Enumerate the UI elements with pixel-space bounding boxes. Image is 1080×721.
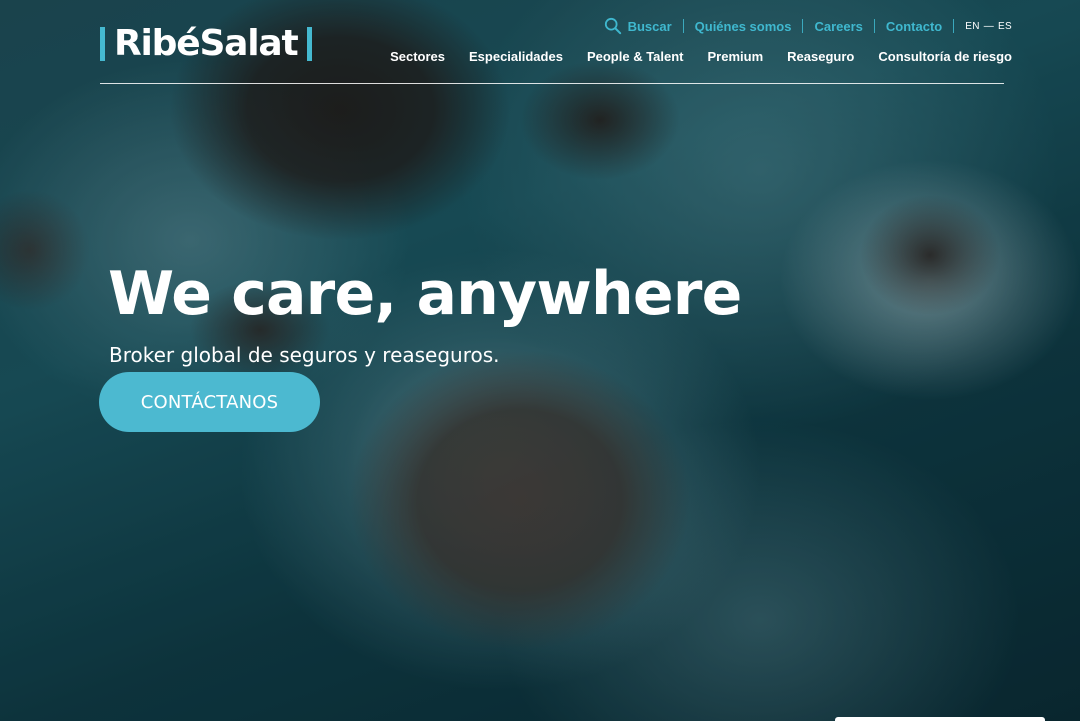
contact-link[interactable]: Contacto: [886, 19, 942, 34]
nav-separator: [682, 19, 684, 33]
bottom-widget-edge[interactable]: [835, 717, 1045, 721]
logo-bar-right: [306, 27, 312, 61]
site-logo[interactable]: RibéSalat: [100, 24, 312, 64]
nav-separator: [802, 19, 804, 33]
lang-en[interactable]: EN: [965, 21, 980, 32]
lang-separator: —: [983, 20, 995, 32]
hero-subheadline: Broker global de seguros y reaseguros.: [109, 343, 500, 367]
nav-item-especialidades[interactable]: Especialidades: [469, 49, 563, 64]
header-divider: [100, 83, 1004, 84]
nav-separator: [953, 19, 955, 33]
hero-headline: We care, anywhere: [108, 259, 742, 330]
lang-es[interactable]: ES: [998, 21, 1012, 32]
nav-item-premium[interactable]: Premium: [708, 49, 764, 64]
about-link[interactable]: Quiénes somos: [695, 19, 792, 34]
logo-text: RibéSalat: [114, 23, 299, 64]
language-switcher: EN — ES: [965, 21, 1012, 32]
logo-bar-left: [100, 27, 105, 61]
utility-nav: Buscar Quiénes somos Careers Contacto EN…: [604, 17, 1012, 35]
search-icon[interactable]: [604, 17, 622, 35]
nav-item-people-talent[interactable]: People & Talent: [587, 49, 684, 64]
search-link[interactable]: Buscar: [628, 19, 672, 34]
nav-item-sectores[interactable]: Sectores: [390, 49, 445, 64]
main-nav: Sectores Especialidades People & Talent …: [390, 49, 1012, 64]
nav-separator: [873, 19, 875, 33]
nav-item-consultoria[interactable]: Consultoría de riesgo: [878, 49, 1012, 64]
contact-cta-button[interactable]: CONTÁCTANOS: [99, 372, 320, 432]
nav-item-reaseguro[interactable]: Reaseguro: [787, 49, 854, 64]
careers-link[interactable]: Careers: [814, 19, 862, 34]
